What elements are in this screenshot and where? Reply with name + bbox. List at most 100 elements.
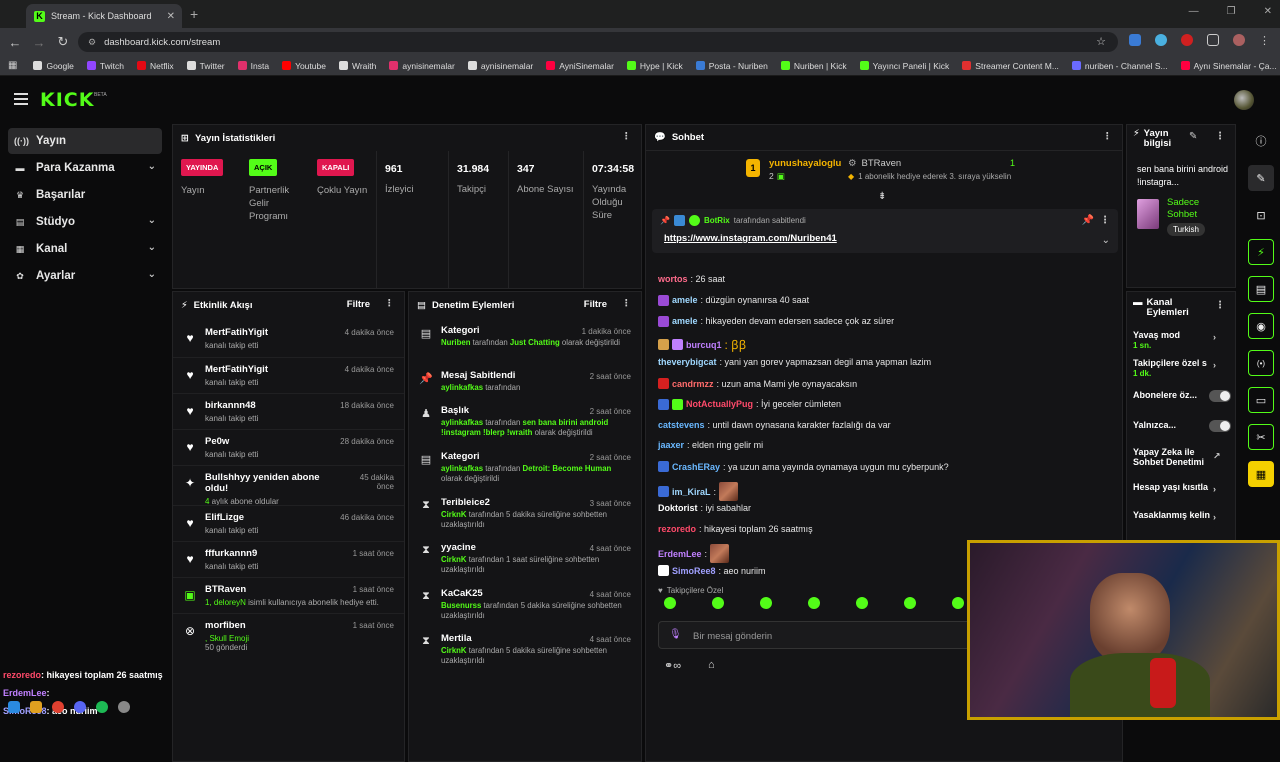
more-icon[interactable]: ⋮ xyxy=(1215,300,1225,311)
sidebar-item-studio[interactable]: ▤ Stüdyo ⌄ xyxy=(8,209,162,235)
gift-receiver[interactable]: BTRaven xyxy=(862,158,902,169)
more-icon[interactable]: ⋮ xyxy=(622,298,632,309)
crop-icon[interactable]: ⊡ xyxy=(1248,202,1274,228)
chat-message[interactable]: theverybigcat: yani yan gorev yapmazsan … xyxy=(658,357,931,367)
channel-action-item[interactable]: Yapay Zeka ile Sohbet Denetimi ↗ xyxy=(1127,447,1221,467)
bookmark-item[interactable]: Twitter xyxy=(186,61,225,71)
more-icon[interactable]: ⋮ xyxy=(385,298,395,309)
bookmark-item[interactable]: Twitch xyxy=(86,61,124,71)
chat-username[interactable]: theverybigcat xyxy=(658,357,717,367)
channel-action-item[interactable]: Yasaklanmış kelin › xyxy=(1127,510,1217,522)
more-icon[interactable]: ⋮ xyxy=(1215,131,1225,142)
chat-message[interactable]: wortos: 26 saat xyxy=(658,274,725,284)
lightning-icon[interactable]: ⚡ xyxy=(1248,239,1274,265)
emote-button[interactable] xyxy=(904,597,916,609)
bookmark-item[interactable]: AyniSinemalar xyxy=(546,61,614,71)
emote-button[interactable] xyxy=(808,597,820,609)
new-tab-button[interactable]: + xyxy=(190,6,198,22)
spotify-icon[interactable] xyxy=(96,701,108,713)
activity-row[interactable]: ♥ MertFatihYigit kanalı takip etti 4 dakika… xyxy=(173,321,404,357)
forward-icon[interactable]: → xyxy=(27,35,51,50)
bookmark-item[interactable]: Yayıncı Paneli | Kick xyxy=(859,61,949,71)
bookmark-item[interactable]: Insta xyxy=(237,61,269,71)
browser-menu-icon[interactable]: ⋮ xyxy=(1259,34,1270,47)
bookmark-item[interactable]: Streamer Content M... xyxy=(962,61,1059,71)
chat-message[interactable]: im_KiraL: xyxy=(658,482,739,501)
chat-username[interactable]: Doktorist xyxy=(658,503,698,513)
profile-icon[interactable] xyxy=(1233,34,1245,46)
wrench-icon[interactable]: ✂ xyxy=(1248,424,1274,450)
chat-message[interactable]: SimoRee8: aeo nuriim xyxy=(658,565,766,577)
chevron-right-icon[interactable]: › xyxy=(1213,360,1216,370)
microphone-icon[interactable]: 🎙 xyxy=(669,629,682,640)
chat-icon[interactable]: ◉ xyxy=(1248,313,1274,339)
chrome-icon[interactable] xyxy=(52,701,64,713)
moderation-row[interactable]: ▤ Kategori Nuriben tarafından Just Chattin… xyxy=(409,321,641,348)
sidebar-item-channel[interactable]: ▦ Kanal ⌄ xyxy=(8,236,162,262)
chat-username[interactable]: CrashERay xyxy=(672,462,720,472)
pencil-icon[interactable]: ✎ xyxy=(1189,131,1197,142)
chat-message[interactable]: amele: düzgün oynanırsa 40 saat xyxy=(658,294,809,306)
chevron-right-icon[interactable]: › xyxy=(1213,484,1216,494)
filter-button[interactable]: Filtre xyxy=(347,299,370,310)
document-icon[interactable]: ▤ xyxy=(1248,276,1274,302)
sidebar-item-gear[interactable]: ✿ Ayarlar ⌄ xyxy=(8,263,162,289)
external-link-icon[interactable]: ↗ xyxy=(1213,451,1221,461)
connection-icon[interactable]: ⚭∞ xyxy=(664,659,681,672)
chat-message[interactable]: NotActuallyPug: İyi geceler cümleten xyxy=(658,398,841,410)
chat-username[interactable]: ErdemLee xyxy=(658,549,702,559)
bookmark-item[interactable]: Youtube xyxy=(282,61,326,71)
maximize-icon[interactable]: ❐ xyxy=(1227,6,1236,17)
bookmark-star-icon[interactable]: ☆ xyxy=(1096,35,1106,48)
record-extension-icon[interactable] xyxy=(1181,34,1193,46)
bookmark-item[interactable]: aynisinemalar xyxy=(467,61,533,71)
filter-button[interactable]: Filtre xyxy=(584,299,607,310)
moderation-row[interactable]: ⧗ KaCaK25 Busenurss tarafından 5 dakika sü… xyxy=(409,584,641,621)
language-tag[interactable]: Turkish xyxy=(1167,223,1205,236)
chat-username[interactable]: amele xyxy=(672,316,698,326)
vpn-extension-icon[interactable] xyxy=(1155,34,1167,46)
kick-logo[interactable]: KICK xyxy=(40,89,94,111)
chat-message[interactable]: rezoredo: hikayesi toplam 26 saatmış xyxy=(658,524,813,534)
chat-message[interactable]: jaaxer: elden ring gelir mi xyxy=(658,440,763,450)
browser-tab[interactable]: K Stream - Kick Dashboard ✕ xyxy=(26,4,182,28)
bookmark-item[interactable]: nuriben - Channel S... xyxy=(1071,61,1168,71)
bookmark-item[interactable]: Aynı Sinemalar - Ça... xyxy=(1180,61,1277,71)
chevron-down-icon[interactable]: ⌄ xyxy=(1102,235,1110,246)
apps-grid-icon[interactable]: ▦ xyxy=(8,60,17,71)
menu-icon[interactable] xyxy=(14,93,28,105)
moderation-row[interactable]: ⧗ Mertila CirknK tarafından 5 dakika sürel… xyxy=(409,629,641,666)
chat-username[interactable]: jaaxer xyxy=(658,440,684,450)
more-icon[interactable]: ⋮ xyxy=(622,131,632,142)
shield-extension-icon[interactable] xyxy=(1129,34,1141,46)
store-icon[interactable]: ⌂ xyxy=(708,659,715,671)
moderation-row[interactable]: 📌 Mesaj Sabitlendi aylinkafkas tarafından 2… xyxy=(409,366,641,393)
site-info-icon[interactable]: ⚙ xyxy=(88,37,96,48)
close-window-icon[interactable]: ✕ xyxy=(1264,6,1272,17)
chat-message[interactable]: burcuq1: ꞵꞵ xyxy=(658,336,746,353)
monitor-icon[interactable]: ▭ xyxy=(1248,387,1274,413)
pinned-link[interactable]: https://www.instagram.com/Nuriben41 xyxy=(664,233,837,244)
minimize-icon[interactable]: — xyxy=(1189,6,1199,17)
chat-message[interactable]: amele: hikayeden devam edersen sadece ço… xyxy=(658,315,894,327)
channel-action-item[interactable]: Hesap yaşı kısıtla › xyxy=(1127,482,1217,494)
toggle-switch[interactable] xyxy=(1209,390,1231,402)
discord-icon[interactable] xyxy=(74,701,86,713)
sidebar-item-trophy[interactable]: ♛ Başarılar xyxy=(8,182,162,208)
chat-input[interactable]: 🎙 Bir mesaj gönderin xyxy=(658,621,978,649)
chat-message[interactable]: catstevens: until dawn oynasana karakter… xyxy=(658,420,891,430)
more-icon[interactable]: ⋮ xyxy=(1100,215,1110,226)
sidebar-item-money[interactable]: ▬ Para Kazanma ⌄ xyxy=(8,155,162,181)
chevron-down-icon[interactable]: ⌄ xyxy=(148,161,156,172)
emote-button[interactable] xyxy=(712,597,724,609)
chevron-right-icon[interactable]: › xyxy=(1213,512,1216,522)
chat-username[interactable]: amele xyxy=(672,295,698,305)
activity-row[interactable]: ✦ Bullshhyy yeniden abone oldu! 4 aylık ab… xyxy=(173,465,404,506)
chat-username[interactable]: catstevens xyxy=(658,420,705,430)
category-name[interactable]: Sadece Sohbet xyxy=(1167,197,1227,221)
close-tab-icon[interactable]: ✕ xyxy=(167,11,175,22)
chat-username[interactable]: NotActuallyPug xyxy=(686,399,753,409)
expand-down-icon[interactable]: ⇟ xyxy=(878,191,886,202)
gift-sender[interactable]: yunushayaloglu xyxy=(769,158,841,169)
chat-username[interactable]: SimoRee8 xyxy=(672,566,716,576)
